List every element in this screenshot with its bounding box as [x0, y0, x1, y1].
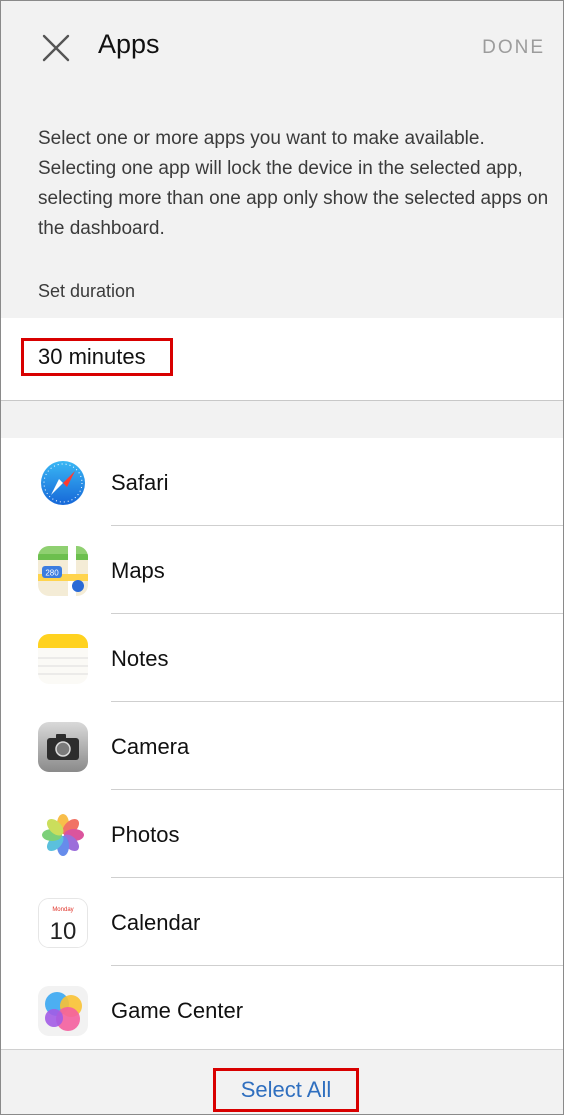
close-button[interactable]	[39, 31, 73, 65]
app-row-calendar[interactable]: Monday 10 Calendar	[1, 878, 563, 966]
app-name: Safari	[111, 470, 169, 495]
maps-icon: 280	[38, 546, 88, 596]
section-divider	[1, 401, 563, 438]
calendar-day-number: 10	[50, 918, 77, 945]
photos-icon	[38, 810, 88, 860]
page-title: Apps	[98, 29, 160, 59]
description-text: Select one or more apps you want to make…	[38, 128, 549, 239]
app-row-photos[interactable]: Photos	[1, 790, 563, 878]
footer-bar: Select All	[1, 1049, 563, 1114]
app-name: Camera	[111, 734, 190, 759]
app-name: Maps	[111, 558, 165, 583]
game-center-icon	[38, 986, 88, 1036]
app-name: Photos	[111, 822, 180, 847]
app-name: Notes	[111, 646, 169, 671]
duration-value[interactable]: 30 minutes	[21, 338, 173, 376]
app-row-safari[interactable]: Safari	[1, 438, 563, 526]
header-bar: Apps DONE	[1, 1, 563, 91]
app-name: Calendar	[111, 910, 201, 935]
camera-icon	[38, 722, 88, 772]
duration-row: 30 minutes	[1, 318, 563, 401]
app-row-camera[interactable]: Camera	[1, 702, 563, 790]
close-icon	[42, 34, 70, 62]
app-list: Safari 280 Maps Notes Camera Photos Mond…	[1, 438, 563, 1054]
app-screen: Apps DONE Select one or more apps you wa…	[0, 0, 564, 1115]
calendar-day-name: Monday	[52, 907, 73, 913]
calendar-icon: Monday 10	[38, 898, 88, 948]
safari-icon	[38, 458, 88, 508]
app-name: Game Center	[111, 998, 244, 1023]
select-all-button[interactable]: Select All	[213, 1068, 359, 1112]
done-button[interactable]: DONE	[482, 37, 545, 59]
notes-icon	[38, 634, 88, 684]
app-row-maps[interactable]: 280 Maps	[1, 526, 563, 614]
app-row-notes[interactable]: Notes	[1, 614, 563, 702]
duration-label: Set duration	[38, 281, 136, 301]
app-row-game-center[interactable]: Game Center	[1, 966, 563, 1054]
maps-icon-shield-text: 280	[45, 569, 59, 578]
